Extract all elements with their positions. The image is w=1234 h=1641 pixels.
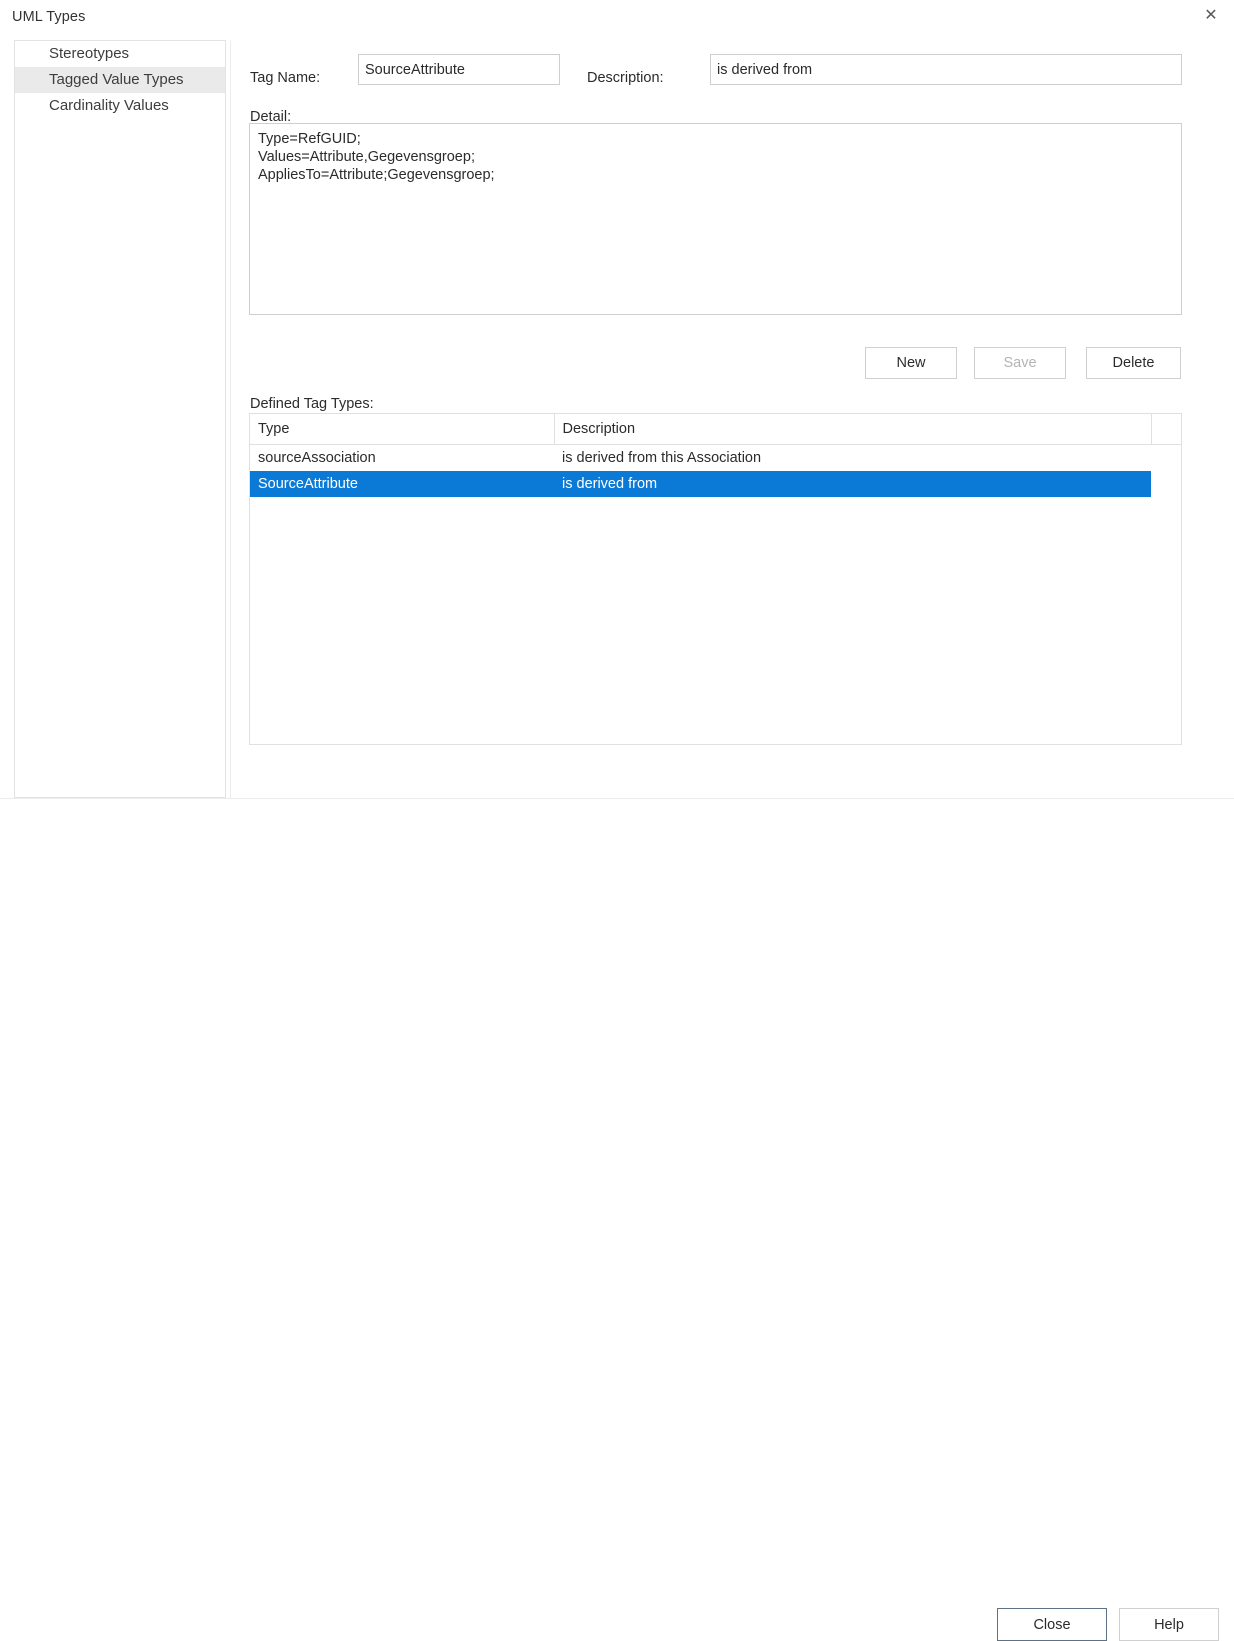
detail-textarea[interactable]: Type=RefGUID; Values=Attribute,Gegevensg… [249, 123, 1182, 315]
column-header-description[interactable]: Description [554, 414, 1152, 445]
sidebar-item-label: Stereotypes [49, 45, 130, 62]
new-button[interactable]: New [865, 347, 957, 379]
cell-description: is derived from [554, 471, 1151, 497]
close-x-icon[interactable]: ✕ [1188, 0, 1234, 30]
table-row[interactable]: SourceAttribute is derived from [250, 471, 1181, 497]
help-button[interactable]: Help [1119, 1608, 1219, 1641]
cell-blank [1151, 445, 1181, 472]
cell-type: SourceAttribute [250, 471, 554, 497]
tag-name-label: Tag Name: [250, 70, 321, 86]
table-header-row: Type Description [250, 414, 1181, 445]
dialog-footer: Close Help [0, 799, 1234, 1641]
column-header-type[interactable]: Type [250, 414, 555, 445]
delete-button[interactable]: Delete [1086, 347, 1181, 379]
sidebar-item-stereotypes[interactable]: Stereotypes [15, 41, 225, 67]
sidebar-item-tagged-value-types[interactable]: Tagged Value Types [15, 67, 225, 93]
cell-description: is derived from this Association [562, 450, 762, 466]
description-input[interactable] [710, 54, 1182, 85]
close-button[interactable]: Close [997, 1608, 1107, 1641]
category-listbox[interactable]: Stereotypes Tagged Value Types Cardinali… [14, 40, 226, 798]
tag-name-input[interactable] [358, 54, 560, 85]
tagged-value-types-panel: Tag Name: Description: Detail: Type=RefG… [231, 38, 1234, 798]
defined-tag-types-table[interactable]: Type Description sourceAssociation is de… [249, 413, 1182, 745]
window-titlebar: UML Types ✕ [0, 0, 1234, 38]
sidebar-item-label: Cardinality Values [49, 97, 169, 114]
column-header-blank[interactable] [1151, 414, 1181, 445]
table-row[interactable]: sourceAssociation is derived from this A… [250, 445, 1181, 472]
save-button[interactable]: Save [974, 347, 1066, 379]
cell-blank [1151, 471, 1181, 497]
cell-type: sourceAssociation [258, 450, 376, 466]
defined-tag-types-label: Defined Tag Types: [250, 396, 374, 412]
window-title: UML Types [12, 9, 86, 25]
description-label: Description: [587, 70, 664, 86]
sidebar-item-cardinality-values[interactable]: Cardinality Values [15, 93, 225, 119]
sidebar-item-label: Tagged Value Types [49, 71, 184, 88]
